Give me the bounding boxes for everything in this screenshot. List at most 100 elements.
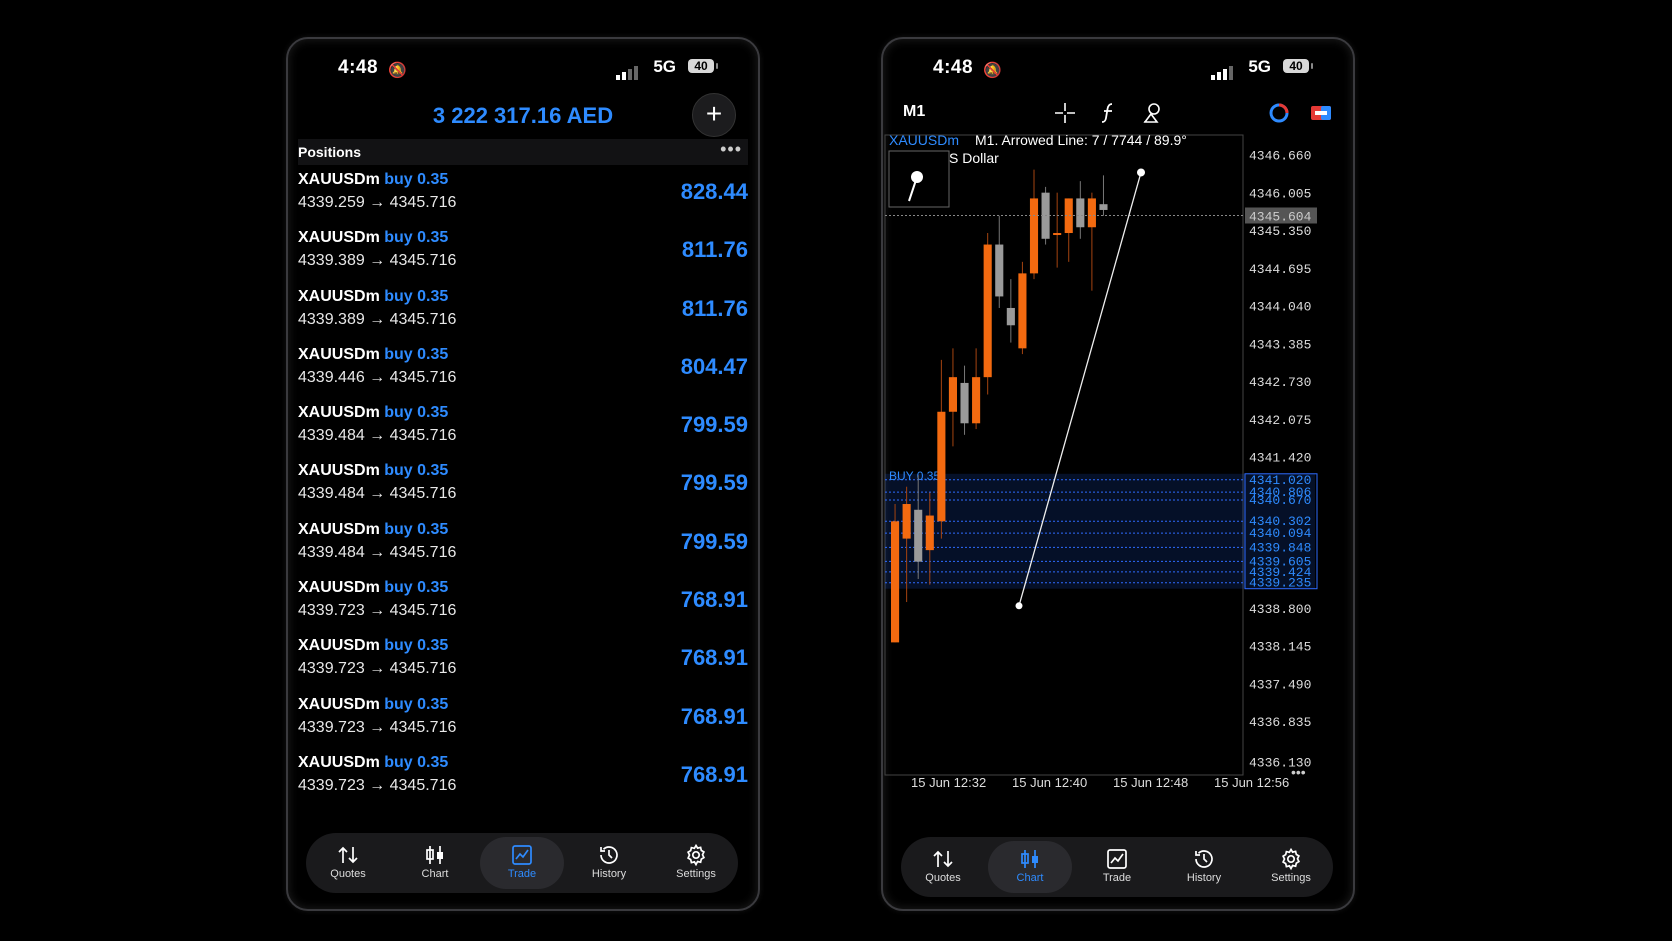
position-side: buy 0.35 (384, 462, 449, 480)
position-prices: 4339.723 → 4345.716 (298, 718, 457, 736)
candle-body (1029, 198, 1039, 274)
position-prices: 4339.723 → 4345.716 (298, 602, 457, 620)
position-profit: 804.47 (680, 353, 748, 379)
position-prices: 4339.446 → 4345.716 (298, 368, 457, 386)
position-side: buy 0.35 (384, 579, 449, 597)
tab-history[interactable]: History (567, 837, 651, 889)
tab-chart[interactable]: Chart (988, 841, 1072, 893)
x-tick-label: 15 Jun 12:40 (1012, 775, 1087, 790)
tab-label: History (1186, 872, 1222, 884)
position-row[interactable]: XAUUSDm buy 0.35 4339.484 → 4345.716 799… (298, 519, 748, 577)
candle-body (937, 411, 946, 522)
status-bar: 4:48 🔕 5G 40 (883, 57, 1353, 89)
position-row[interactable]: XAUUSDm buy 0.35 4339.484 → 4345.716 799… (298, 402, 748, 460)
position-prices: 4339.723 → 4345.716 (298, 660, 457, 678)
tab-quotes[interactable]: Quotes (901, 841, 985, 893)
position-side: buy 0.35 (384, 171, 449, 188)
tab-chart[interactable]: Chart (393, 837, 477, 889)
axis-more: ••• (1291, 764, 1306, 780)
tab-label: Quotes (925, 872, 961, 884)
new-order-button[interactable]: + (692, 93, 736, 137)
quotes-icon (933, 850, 953, 868)
position-row[interactable]: XAUUSDm buy 0.35 4339.259 → 4345.716 828… (298, 169, 748, 227)
position-side: buy 0.35 (384, 345, 449, 363)
position-prices: 4339.389 → 4345.716 (298, 252, 457, 270)
position-prices: 4339.259 → 4345.716 (298, 194, 457, 211)
position-symbol: XAUUSDm buy 0.35 (298, 695, 449, 713)
y-tick-label: 4338.800 (1249, 602, 1311, 617)
objects-icon[interactable] (1141, 101, 1165, 125)
position-row[interactable]: XAUUSDm buy 0.35 4339.389 → 4345.716 811… (298, 227, 748, 285)
quotes-icon (338, 846, 358, 864)
position-prices: 4339.484 → 4345.716 (298, 427, 457, 445)
position-row[interactable]: XAUUSDm buy 0.35 4339.723 → 4345.716 768… (298, 752, 748, 810)
network-type: 5G (1248, 57, 1271, 76)
position-row[interactable]: XAUUSDm buy 0.35 4339.723 → 4345.716 768… (298, 635, 748, 693)
order-level-label: 4340.670 (1249, 493, 1311, 508)
position-symbol: XAUUSDm buy 0.35 (298, 404, 449, 422)
y-tick-label: 4336.835 (1249, 715, 1311, 730)
y-tick-label: 4338.145 (1249, 640, 1311, 655)
tab-label: Trade (1102, 872, 1132, 884)
timeframe-button[interactable]: M1 (903, 103, 925, 121)
tab-label: Quotes (330, 868, 366, 880)
candles-icon (1021, 850, 1038, 868)
position-row[interactable]: XAUUSDm buy 0.35 4339.446 → 4345.716 804… (298, 344, 748, 402)
arrowed-line-end (1137, 168, 1145, 177)
more-options-button[interactable]: ••• (720, 139, 742, 160)
status-time: 4:48 (338, 57, 379, 78)
signal-icon (616, 62, 640, 80)
candle-body (1076, 198, 1085, 228)
history-icon (1195, 850, 1213, 868)
chart-toolbar: M1 (883, 93, 1353, 133)
indicators-icon[interactable] (1097, 101, 1121, 125)
candle-body (995, 244, 1004, 297)
trade-icon (512, 845, 532, 865)
position-profit: 768.91 (680, 587, 748, 613)
position-profit: 799.59 (680, 470, 748, 496)
position-row[interactable]: XAUUSDm buy 0.35 4339.389 → 4345.716 811… (298, 286, 748, 344)
candle-body (1006, 307, 1015, 326)
y-tick-label: 4344.040 (1249, 300, 1311, 315)
position-symbol: XAUUSDm buy 0.35 (298, 520, 449, 538)
tab-history[interactable]: History (1162, 841, 1246, 893)
candle-body (948, 377, 957, 412)
price-chart[interactable]: 4341.0204340.8064340.6704340.3024340.094… (883, 131, 1349, 791)
tab-label: History (591, 868, 627, 880)
one-click-trading-icon[interactable] (1267, 101, 1291, 125)
y-tick-label: 4343.385 (1249, 337, 1311, 352)
position-row[interactable]: XAUUSDm buy 0.35 4339.484 → 4345.716 799… (298, 460, 748, 518)
tab-label: Chart (1016, 872, 1044, 884)
position-row[interactable]: XAUUSDm buy 0.35 4339.723 → 4345.716 768… (298, 577, 748, 635)
candle-body (960, 382, 969, 424)
candle-body (925, 515, 934, 551)
trade-panel-icon[interactable] (1309, 101, 1333, 125)
position-side: buy 0.35 (384, 229, 449, 247)
status-time: 4:48 (933, 57, 974, 78)
tab-trade[interactable]: Trade (1075, 841, 1159, 893)
tab-settings[interactable]: Settings (1249, 841, 1333, 893)
tab-label: Settings (676, 868, 716, 880)
position-side: buy 0.35 (384, 695, 449, 713)
plus-icon: + (705, 98, 723, 129)
x-tick-label: 15 Jun 12:48 (1113, 775, 1188, 790)
tab-quotes[interactable]: Quotes (306, 837, 390, 889)
position-profit: 799.59 (680, 412, 748, 438)
bell-muted-icon: 🔕 (983, 62, 1002, 79)
x-tick-label: 15 Jun 12:32 (911, 775, 986, 790)
position-profit: 811.76 (681, 295, 748, 321)
candle-body (902, 504, 911, 539)
signal-icon (1211, 62, 1235, 80)
phone-right: 4:48 🔕 5G 40 M1 4341.020 4340.806 4340.670… (881, 37, 1355, 911)
position-row[interactable]: XAUUSDm buy 0.35 4339.723 → 4345.716 768… (298, 694, 748, 752)
phone-left: 4:48 🔕 5G 40 3 222 317.16 AED + Position… (286, 37, 760, 911)
tab-settings[interactable]: Settings (654, 837, 738, 889)
gear-icon (1281, 847, 1301, 871)
current-price-label: 4345.604 (1249, 209, 1312, 224)
order-level-label: 4340.094 (1249, 526, 1312, 541)
candle-body (972, 377, 981, 424)
tab-trade[interactable]: Trade (480, 837, 564, 889)
chart-info: M1. Arrowed Line: 7 / 7744 / 89.9° (975, 132, 1187, 148)
crosshair-icon[interactable] (1053, 101, 1077, 125)
order-buy-label: BUY 0.35 (889, 469, 940, 483)
